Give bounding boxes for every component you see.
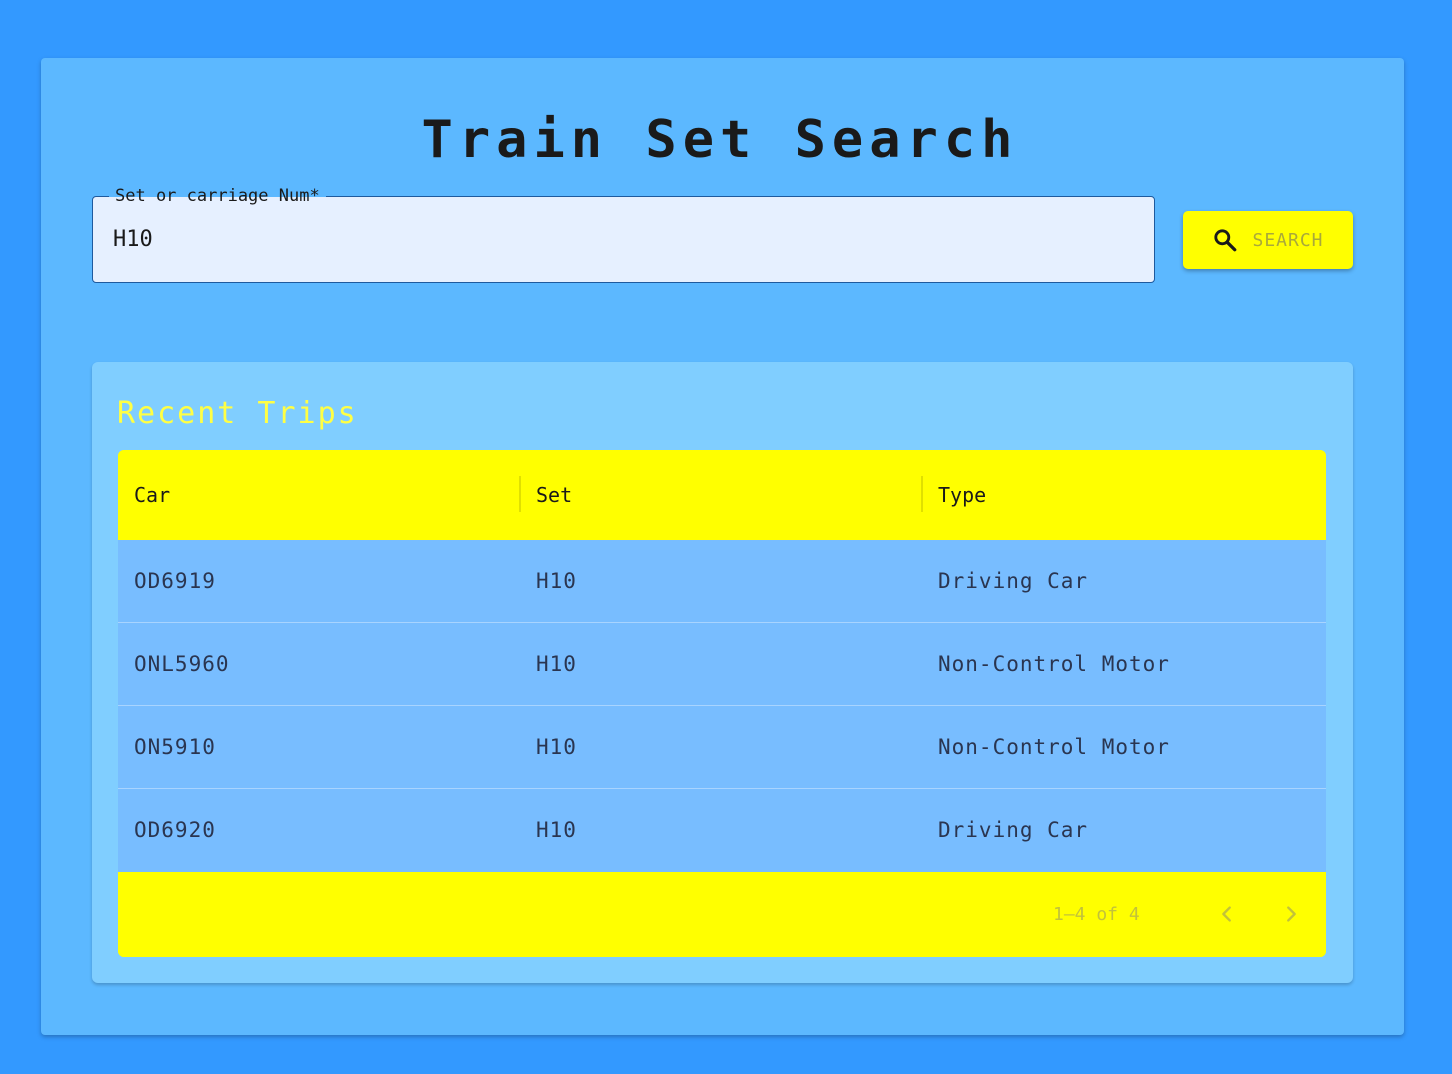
search-icon [1212,227,1238,253]
pagination-info: 1–4 of 4 [1053,904,1140,925]
table-row[interactable]: ON5910 H10 Non-Control Motor [118,706,1326,789]
column-header-set[interactable]: Set [520,450,922,540]
cell-set: H10 [536,818,577,842]
table-header: Car Set Type [118,450,1326,540]
cell-car: OD6920 [134,818,216,842]
cell-type: Non-Control Motor [938,735,1170,759]
cell-set: H10 [536,735,577,759]
table-row[interactable]: ONL5960 H10 Non-Control Motor [118,623,1326,706]
column-header-car[interactable]: Car [118,450,520,540]
chevron-right-icon [1280,903,1302,928]
cell-set: H10 [536,652,577,676]
cell-type: Non-Control Motor [938,652,1170,676]
table-row[interactable]: OD6920 H10 Driving Car [118,789,1326,872]
cell-type: Driving Car [938,818,1089,842]
cell-type: Driving Car [938,569,1089,593]
search-button-label: SEARCH [1252,229,1324,251]
cell-car: OD6919 [134,569,216,593]
table-pagination: 1–4 of 4 [118,873,1326,957]
recent-trips-table: Car Set Type OD6919 H10 Driving Car ONL5… [118,450,1326,957]
page-title: Train Set Search [421,110,1019,170]
table-body: OD6919 H10 Driving Car ONL5960 H10 Non-C… [118,540,1326,872]
chevron-left-icon [1216,903,1238,928]
next-page-button[interactable] [1271,895,1311,935]
column-header-type[interactable]: Type [922,450,1326,540]
search-field[interactable]: Set or carriage Num* [92,186,1155,283]
cell-car: ONL5960 [134,652,230,676]
cell-car: ON5910 [134,735,216,759]
search-field-label: Set or carriage Num* [109,186,326,206]
recent-trips-title: Recent Trips [117,396,358,431]
table-row[interactable]: OD6919 H10 Driving Car [118,540,1326,623]
previous-page-button[interactable] [1207,895,1247,935]
search-input[interactable] [113,223,1113,257]
search-button[interactable]: SEARCH [1183,211,1353,269]
cell-set: H10 [536,569,577,593]
